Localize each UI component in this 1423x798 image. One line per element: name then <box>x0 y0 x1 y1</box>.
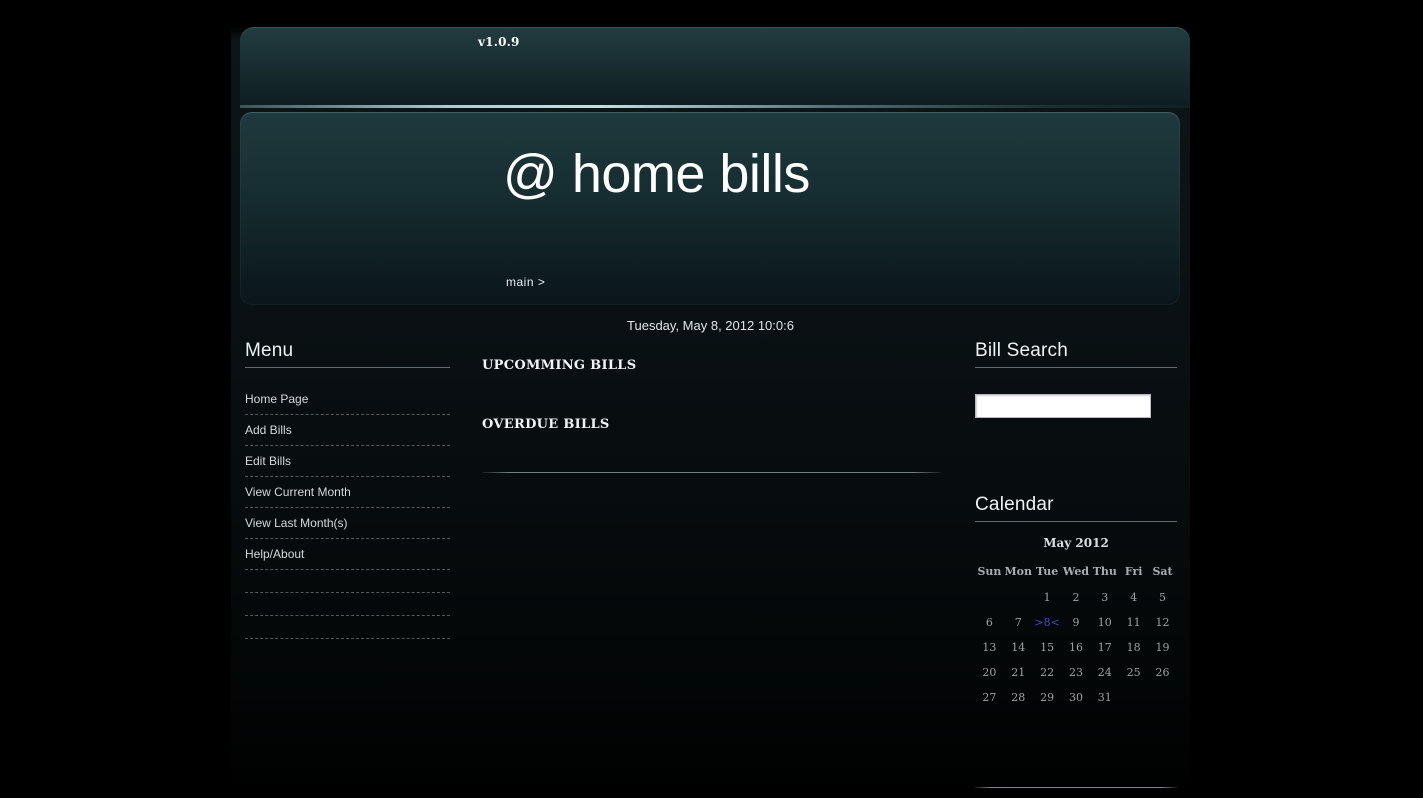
calendar-day[interactable]: 4 <box>1119 585 1148 610</box>
calendar-day[interactable]: 30 <box>1062 685 1091 710</box>
datetime-label: Tuesday, May 8, 2012 10:0:6 <box>627 318 794 333</box>
calendar-day <box>1119 685 1148 710</box>
calendar-weekday-fri: Fri <box>1124 565 1143 578</box>
calendar-day[interactable]: 10 <box>1090 610 1119 635</box>
version-bar <box>240 27 1190 108</box>
sidebar-item-view-current-month[interactable]: View Current Month <box>245 485 450 508</box>
calendar-week-row: 1 2 3 4 5 <box>975 585 1177 610</box>
calendar-weekday-sat: Sat <box>1152 565 1173 578</box>
menu-panel: Menu Home Page Add Bills Edit Bills View… <box>245 340 450 647</box>
calendar-day[interactable]: 28 <box>1004 685 1033 710</box>
upcoming-bills-section: UPCOMMING BILLS <box>482 358 942 373</box>
sidebar-item-add-bills[interactable]: Add Bills <box>245 423 450 446</box>
calendar-day[interactable]: 20 <box>975 660 1004 685</box>
main-content: UPCOMMING BILLS OVERDUE BILLS <box>482 358 942 432</box>
calendar-weekday-tue: Tue <box>1036 565 1059 578</box>
calendar-day[interactable]: 21 <box>1004 660 1033 685</box>
calendar-day[interactable]: 18 <box>1119 635 1148 660</box>
calendar-week-row: 20 21 22 23 24 25 26 <box>975 660 1177 685</box>
calendar-day[interactable]: 26 <box>1148 660 1177 685</box>
calendar-day[interactable]: 14 <box>1004 635 1033 660</box>
calendar-day <box>1148 685 1177 710</box>
sidebar-item-blank-3 <box>245 624 450 639</box>
calendar-weekday-sun: Sun <box>977 565 1002 578</box>
calendar-day <box>1004 585 1033 610</box>
calendar-day[interactable]: 5 <box>1148 585 1177 610</box>
bill-search-heading: Bill Search <box>975 340 1177 368</box>
calendar-day[interactable]: 23 <box>1062 660 1091 685</box>
calendar-day[interactable]: 13 <box>975 635 1004 660</box>
calendar-week-row: 27 28 29 30 31 <box>975 685 1177 710</box>
calendar-day[interactable]: 27 <box>975 685 1004 710</box>
content-divider <box>482 472 941 473</box>
calendar-month-label: May 2012 <box>1043 536 1109 550</box>
search-input[interactable] <box>975 394 1151 418</box>
menu-list: Home Page Add Bills Edit Bills View Curr… <box>245 392 450 639</box>
calendar-day[interactable]: 31 <box>1090 685 1119 710</box>
calendar-day[interactable]: 12 <box>1148 610 1177 635</box>
upcoming-bills-heading: UPCOMMING BILLS <box>482 358 637 373</box>
calendar-day[interactable]: 3 <box>1090 585 1119 610</box>
bill-search-section: Bill Search <box>975 340 1177 418</box>
calendar-day[interactable]: 9 <box>1062 610 1091 635</box>
overdue-bills-section: OVERDUE BILLS <box>482 417 942 432</box>
title-panel: @ home bills main > <box>240 112 1180 305</box>
calendar-day[interactable]: 1 <box>1033 585 1062 610</box>
calendar-day[interactable]: 7 <box>1004 610 1033 635</box>
calendar-day[interactable]: 25 <box>1119 660 1148 685</box>
right-sidebar: Bill Search Calendar May 2012 Sun Mon Tu… <box>975 340 1177 710</box>
calendar-weekday-mon: Mon <box>1004 565 1033 578</box>
calendar-day[interactable]: 29 <box>1033 685 1062 710</box>
calendar-day <box>975 585 1004 610</box>
page-title: @ home bills <box>503 144 810 204</box>
calendar-week-row: 13 14 15 16 17 18 19 <box>975 635 1177 660</box>
calendar-heading: Calendar <box>975 494 1177 522</box>
calendar-section: Calendar May 2012 Sun Mon Tue Wed Thu Fr… <box>975 494 1177 710</box>
sidebar-item-blank-2 <box>245 601 450 616</box>
calendar-day[interactable]: 22 <box>1033 660 1062 685</box>
calendar-weekday-wed: Wed <box>1062 565 1090 578</box>
sidebar-item-help-about[interactable]: Help/About <box>245 547 450 570</box>
calendar-day[interactable]: 11 <box>1119 610 1148 635</box>
calendar-week-row: 6 7 >8< 9 10 11 12 <box>975 610 1177 635</box>
sidebar-item-view-last-months[interactable]: View Last Month(s) <box>245 516 450 539</box>
top-strip <box>231 0 1190 27</box>
sidebar-item-home-page[interactable]: Home Page <box>245 392 450 415</box>
calendar-day[interactable]: 17 <box>1090 635 1119 660</box>
calendar-day[interactable]: 6 <box>975 610 1004 635</box>
sidebar-item-blank-1 <box>245 578 450 593</box>
page-container: v1.0.9 @ home bills main > Tuesday, May … <box>231 0 1190 798</box>
calendar-day[interactable]: 15 <box>1033 635 1062 660</box>
calendar-day[interactable]: 19 <box>1148 635 1177 660</box>
calendar-weekday-row: Sun Mon Tue Wed Thu Fri Sat <box>975 562 1177 585</box>
calendar-weekday-thu: Thu <box>1092 565 1117 578</box>
version-label: v1.0.9 <box>478 35 520 49</box>
breadcrumb[interactable]: main > <box>506 275 545 289</box>
calendar-day[interactable]: 24 <box>1090 660 1119 685</box>
menu-heading: Menu <box>245 340 450 368</box>
sidebar-item-edit-bills[interactable]: Edit Bills <box>245 454 450 477</box>
overdue-bills-heading: OVERDUE BILLS <box>482 417 610 432</box>
calendar-day[interactable]: 16 <box>1062 635 1091 660</box>
calendar-table: May 2012 Sun Mon Tue Wed Thu Fri Sat 1 2… <box>975 536 1177 710</box>
calendar-day-today[interactable]: >8< <box>1033 610 1062 635</box>
calendar-day[interactable]: 2 <box>1062 585 1091 610</box>
sidebar-bottom-divider <box>975 787 1177 788</box>
